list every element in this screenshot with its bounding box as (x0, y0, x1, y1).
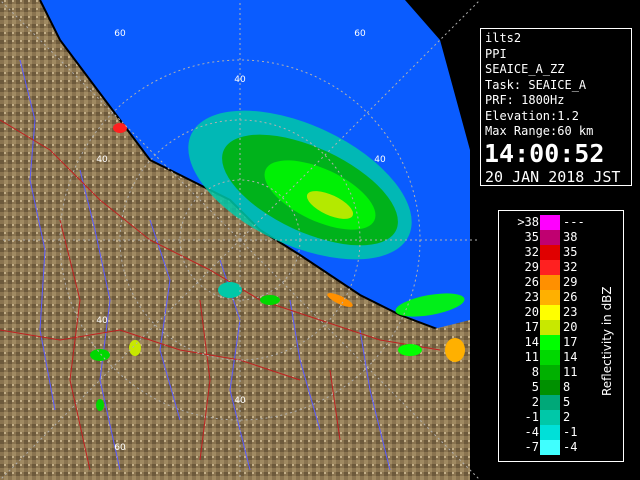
legend-upper-bound: -4 (563, 440, 578, 454)
range-label: 60 (354, 29, 366, 39)
legend-color-swatch (540, 365, 560, 380)
range-label: 60 (114, 443, 126, 453)
range-label: 60 (114, 29, 126, 39)
radar-ppi-map: 60 40 40 40 40 60 40 60 (0, 0, 480, 480)
legend-color-swatch (540, 380, 560, 395)
legend-lower-bound: 29 (524, 260, 539, 274)
scan-time: 14:00:52 (484, 138, 605, 168)
max-range-value: Max Range:60 km (485, 124, 594, 138)
legend-color-swatch (540, 215, 560, 230)
legend-color-swatch (540, 320, 560, 335)
legend-color-swatch (540, 440, 560, 455)
legend-color-swatch (540, 335, 560, 350)
legend-upper-bound: 23 (563, 305, 578, 319)
prf-value: PRF: 1800Hz (485, 93, 565, 107)
legend-lower-bound: 8 (531, 365, 539, 379)
legend-upper-bound: 38 (563, 230, 578, 244)
reflectivity-legend: >38 --- 35 38 32 35 29 32 26 29 23 26 20 23 17 20 14 17 11… (498, 210, 624, 462)
legend-upper-bound: 2 (563, 410, 571, 424)
legend-lower-bound: 26 (524, 275, 539, 289)
site-name: ilts2 (485, 31, 522, 45)
legend-lower-bound: -1 (524, 410, 539, 424)
range-label: 40 (234, 75, 246, 85)
legend-color-swatch (540, 425, 560, 440)
legend-title: Reflectivity in dBZ (600, 286, 614, 396)
range-label: 40 (374, 155, 386, 165)
product-name: SEAICE_A_ZZ (485, 62, 565, 76)
scan-date: 20 JAN 2018 JST (485, 167, 621, 186)
scan-type: PPI (485, 46, 507, 61)
legend-upper-bound: 26 (563, 290, 578, 304)
legend-lower-bound: 14 (524, 335, 539, 349)
legend-lower-bound: 32 (524, 245, 539, 259)
legend-lower-bound: 20 (524, 305, 539, 319)
range-label: 40 (96, 316, 108, 326)
legend-lower-bound: >38 (517, 215, 539, 229)
legend-upper-bound: 17 (563, 335, 578, 349)
range-label: 40 (96, 155, 108, 165)
legend-color-swatch (540, 230, 560, 245)
legend-lower-bound: 17 (524, 320, 539, 334)
legend-lower-bound: -7 (524, 440, 539, 454)
legend-upper-bound: 11 (563, 365, 578, 379)
legend-lower-bound: 5 (531, 380, 539, 394)
legend-upper-bound: 8 (563, 380, 571, 394)
legend-upper-bound: --- (563, 215, 585, 229)
legend-color-swatch (540, 395, 560, 410)
legend-upper-bound: 35 (563, 245, 578, 259)
legend-color-swatch (540, 410, 560, 425)
legend-color-swatch (540, 290, 560, 305)
range-label: 40 (234, 396, 246, 406)
legend-color-swatch (540, 245, 560, 260)
elevation-value: Elevation:1.2 (485, 108, 579, 123)
legend-lower-bound: 11 (524, 350, 539, 364)
task-name: Task: SEAICE_A (485, 77, 587, 92)
legend-lower-bound: 35 (524, 230, 539, 244)
legend-upper-bound: 20 (563, 320, 578, 334)
legend-color-swatch (540, 350, 560, 365)
legend-upper-bound: 29 (563, 275, 578, 289)
legend-upper-bound: 32 (563, 260, 578, 274)
legend-lower-bound: 2 (531, 395, 539, 409)
scan-info-panel: ilts2 PPI SEAICE_A_ZZ Task: SEAICE_A PRF… (480, 28, 632, 186)
legend-lower-bound: -4 (524, 425, 539, 439)
legend-color-swatch (540, 260, 560, 275)
legend-upper-bound: -1 (563, 425, 578, 439)
legend-upper-bound: 14 (563, 350, 578, 364)
legend-upper-bound: 5 (563, 395, 571, 409)
legend-color-swatch (540, 275, 560, 290)
legend-color-swatch (540, 305, 560, 320)
legend-lower-bound: 23 (524, 290, 539, 304)
